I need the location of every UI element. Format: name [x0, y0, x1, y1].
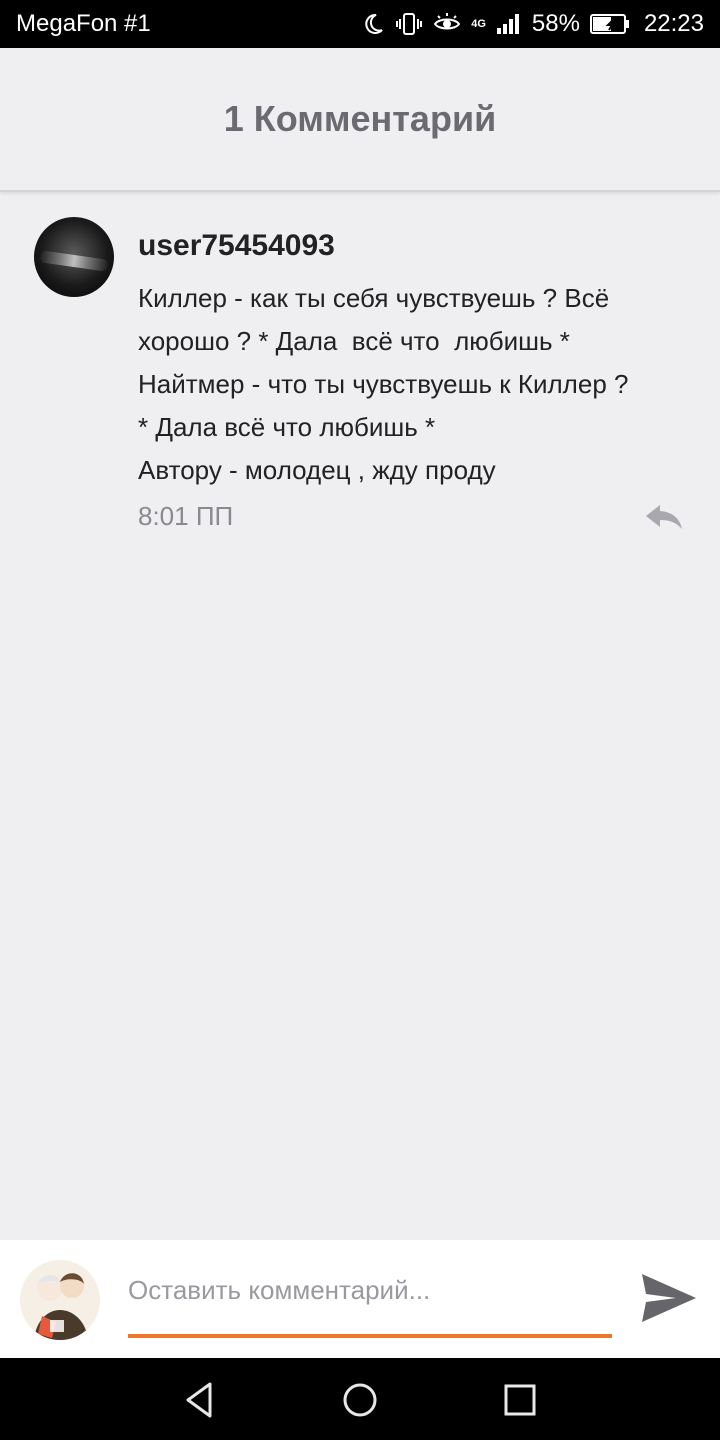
carrier-name: MegaFon #1 — [16, 10, 151, 37]
comment-text-line: Автору - молодец , жду проду — [138, 455, 496, 485]
input-underline — [128, 1334, 612, 1338]
comment-text-line: Киллер - как ты себя чувствуешь ? Всё — [138, 283, 610, 313]
send-button[interactable] — [640, 1270, 698, 1326]
comment-author-name[interactable]: user75454093 — [138, 229, 335, 263]
recent-apps-icon[interactable] — [500, 1380, 540, 1420]
avatar-image-detail — [39, 250, 109, 272]
comment-author-avatar[interactable] — [34, 217, 114, 297]
battery-icon — [589, 14, 629, 34]
comment-input[interactable] — [128, 1270, 612, 1310]
status-icons: 4G 58% 22:23 — [361, 10, 704, 38]
moon-icon — [365, 13, 383, 34]
signal-icon — [496, 14, 519, 34]
back-icon[interactable] — [180, 1380, 220, 1420]
comment-text-line: Найтмер - что ты чувствуешь к Киллер ? — [138, 369, 629, 399]
navigation-bar — [0, 1358, 720, 1440]
header: 1 Комментарий — [0, 48, 720, 192]
comment-text-line: * Дала всё что любишь * — [138, 412, 436, 442]
home-icon[interactable] — [340, 1380, 380, 1420]
comment-timestamp: 8:01 ПП — [138, 501, 234, 531]
battery-percent: 58% — [531, 10, 580, 37]
page-title: 1 Комментарий — [223, 98, 497, 139]
status-bar: MegaFon #1 4G 58% 22:23 — [0, 0, 720, 48]
current-user-avatar[interactable] — [20, 1260, 100, 1340]
eye-icon — [433, 13, 461, 30]
vibrate-icon — [396, 13, 423, 35]
clock: 22:23 — [643, 10, 704, 37]
comment-text: Киллер - как ты себя чувствуешь ? Всё хо… — [138, 277, 698, 492]
current-user-avatar-image — [20, 1260, 100, 1340]
network-type: 4G — [471, 17, 486, 30]
reply-icon[interactable] — [642, 503, 686, 531]
comment-composer — [0, 1240, 720, 1358]
comment-text-line: хорошо ? * Дала всё что любишь * — [138, 326, 570, 356]
